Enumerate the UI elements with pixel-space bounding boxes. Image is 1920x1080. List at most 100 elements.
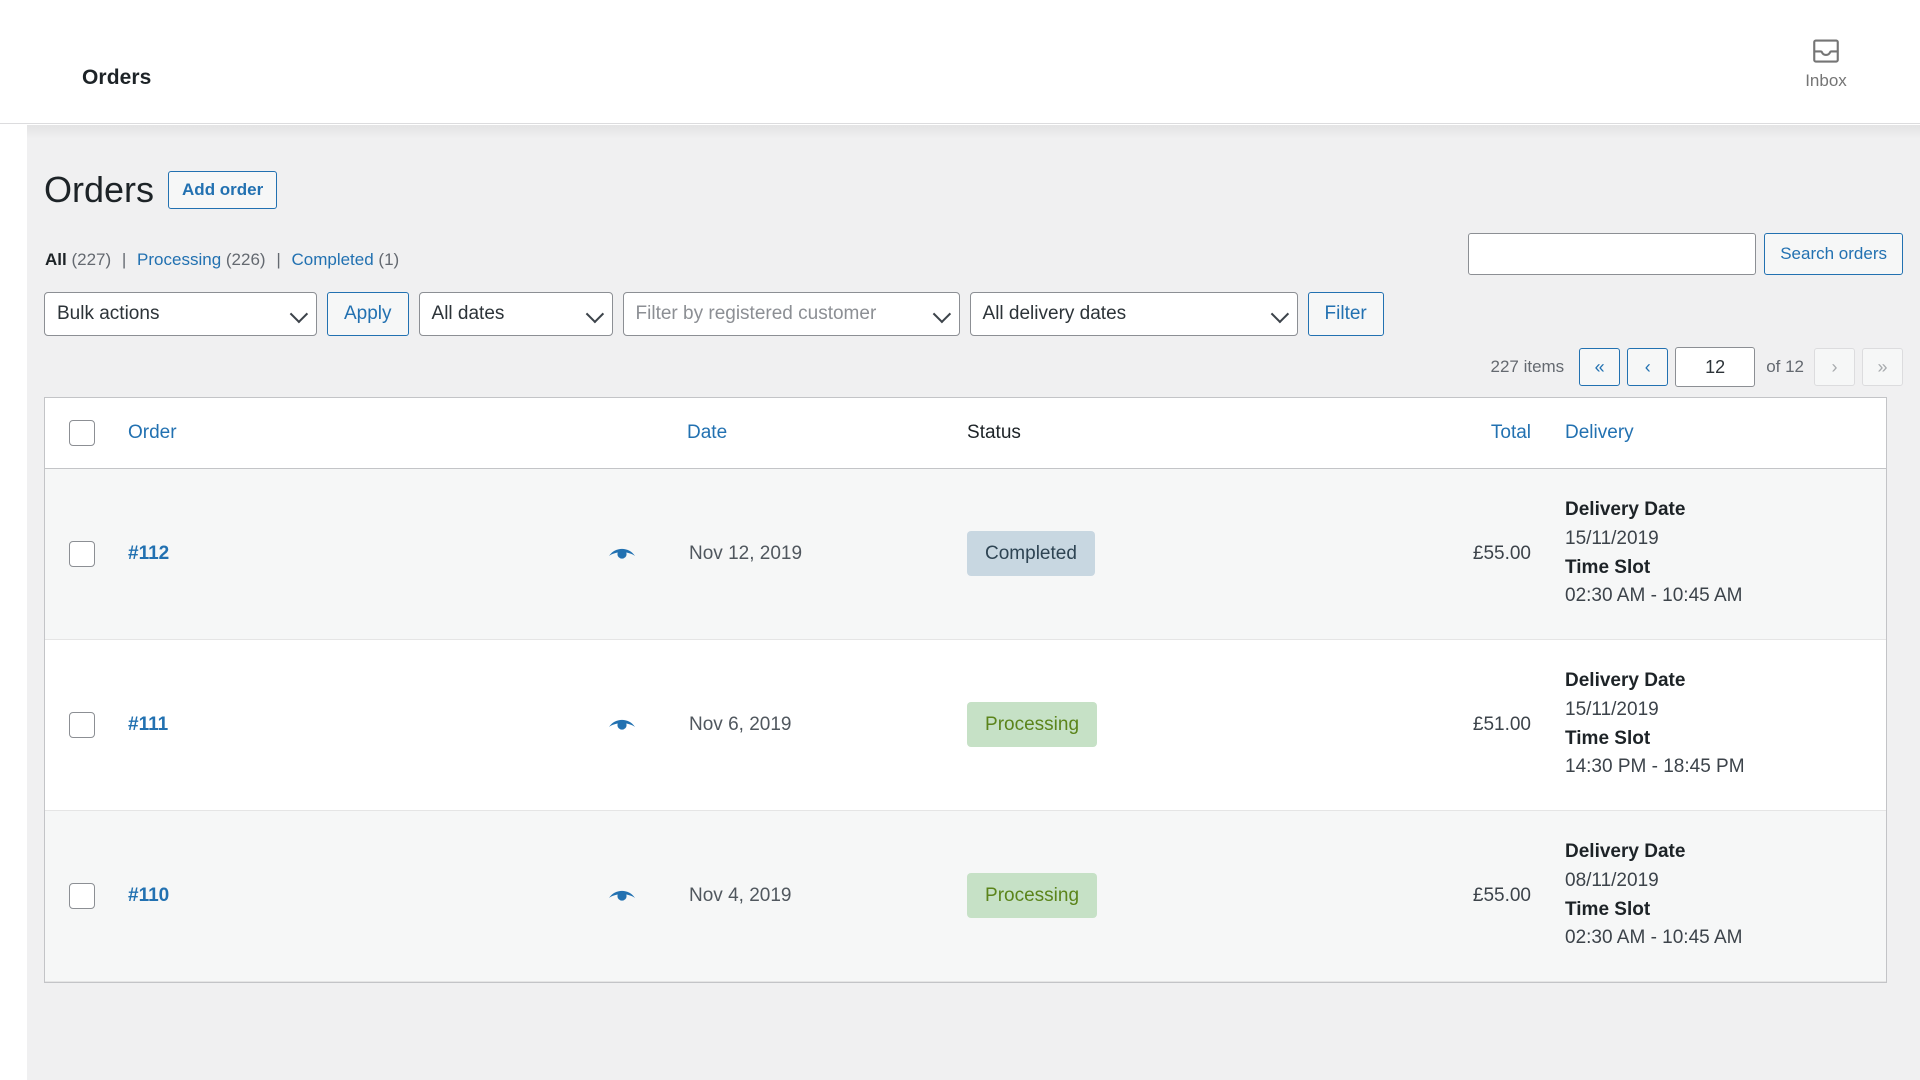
inbox-label: Inbox — [1805, 71, 1847, 90]
time-slot-label: Time Slot — [1565, 727, 1651, 749]
column-header-date-label: Date — [687, 421, 728, 443]
pagination-first-button[interactable]: « — [1579, 348, 1621, 386]
delivery-cell: Delivery Date 08/11/2019 Time Slot 02:30… — [1547, 810, 1886, 982]
status-link-completed-count: (1) — [378, 250, 400, 269]
customer-filter-select[interactable]: Filter by registered customer — [622, 292, 960, 336]
row-checkbox[interactable] — [69, 540, 95, 567]
page-header: Orders Add order — [44, 169, 278, 210]
preview-cell — [599, 810, 688, 982]
status-link-processing-label[interactable]: Processing — [137, 250, 221, 269]
delivery-date-filter-select[interactable]: All delivery dates — [969, 292, 1298, 336]
column-header-total[interactable]: Total — [1327, 398, 1548, 469]
search-input[interactable] — [1468, 233, 1757, 275]
pagination-next-button: › — [1814, 348, 1855, 386]
status-badge: Processing — [967, 702, 1098, 747]
inbox-button[interactable]: Inbox — [1780, 36, 1872, 89]
orders-table: Order Date Status Total Delivery #112 No… — [45, 398, 1886, 982]
time-slot-value: 02:30 AM - 10:45 AM — [1565, 927, 1743, 949]
status-cell: Processing — [967, 810, 1328, 982]
status-link-all-label[interactable]: All — [45, 250, 67, 269]
delivery-date-label: Delivery Date — [1565, 840, 1686, 862]
customer-filter-value: Filter by registered customer — [635, 303, 877, 324]
column-header-status-label: Status — [967, 421, 1021, 443]
status-link-completed[interactable]: Completed (1) — [291, 250, 399, 269]
status-cell: Completed — [967, 468, 1328, 640]
page-title-topbar: Orders — [82, 66, 152, 89]
search-orders-button[interactable]: Search orders — [1764, 233, 1903, 275]
time-slot-value: 02:30 AM - 10:45 AM — [1565, 585, 1743, 607]
pagination-current-page-input[interactable] — [1675, 347, 1756, 387]
chevron-down-icon — [289, 304, 309, 324]
table-row[interactable]: #112 Nov 12, 2019 Completed £55.00 Deliv… — [45, 468, 1886, 640]
add-order-button[interactable]: Add order — [168, 171, 278, 209]
column-header-delivery[interactable]: Delivery — [1547, 398, 1886, 469]
filter-button[interactable]: Filter — [1307, 292, 1384, 336]
delivery-date-value: 15/11/2019 — [1565, 527, 1659, 549]
pagination: 227 items « ‹ of 12 › » — [1490, 347, 1903, 387]
delivery-date-value: 08/11/2019 — [1565, 869, 1659, 891]
search-area: Search orders — [1468, 233, 1903, 275]
inbox-tray-icon — [1813, 39, 1839, 63]
date-cell: Nov 6, 2019 — [687, 639, 968, 811]
order-date: Nov 12, 2019 — [689, 542, 803, 564]
pagination-last-button: » — [1862, 348, 1903, 386]
order-cell: #111 — [109, 639, 599, 811]
apply-button[interactable]: Apply — [327, 292, 409, 336]
status-filter-links: All (227) | Processing (226) | Completed… — [45, 250, 399, 270]
page-title: Orders — [44, 169, 155, 210]
bulk-actions-select[interactable]: Bulk actions — [44, 292, 317, 336]
order-cell: #112 — [109, 468, 599, 640]
delivery-date-label: Delivery Date — [1565, 669, 1686, 691]
time-slot-label: Time Slot — [1565, 556, 1651, 578]
total-cell: £51.00 — [1327, 639, 1548, 811]
filters-toolbar: Bulk actions Apply All dates Filter by r… — [44, 292, 1384, 336]
status-link-all[interactable]: All (227) — [45, 250, 116, 269]
column-header-status: Status — [967, 398, 1328, 469]
delivery-cell: Delivery Date 15/11/2019 Time Slot 02:30… — [1547, 468, 1886, 640]
total-cell: £55.00 — [1327, 810, 1548, 982]
select-all-checkbox[interactable] — [69, 419, 95, 446]
order-link[interactable]: #111 — [109, 714, 168, 736]
delivery-date-filter-value: All delivery dates — [982, 303, 1127, 324]
pagination-total-pages: of 12 — [1766, 357, 1804, 376]
row-checkbox[interactable] — [69, 882, 95, 909]
date-filter-value: All dates — [431, 303, 505, 324]
status-link-processing-count: (226) — [225, 250, 266, 269]
select-all-header — [45, 398, 109, 469]
date-cell: Nov 4, 2019 — [687, 810, 968, 982]
row-checkbox[interactable] — [69, 711, 95, 738]
column-header-date[interactable]: Date — [687, 398, 968, 469]
preview-cell — [599, 639, 688, 811]
preview-cell — [599, 468, 688, 640]
order-cell: #110 — [109, 810, 599, 982]
delivery-date-value: 15/11/2019 — [1565, 698, 1659, 720]
row-select-cell — [45, 810, 109, 982]
table-header-row: Order Date Status Total Delivery — [45, 398, 1886, 469]
table-row[interactable]: #110 Nov 4, 2019 Processing £55.00 Deliv… — [45, 810, 1886, 982]
status-link-all-count: (227) — [71, 250, 112, 269]
column-header-order[interactable]: Order — [109, 398, 688, 469]
chevron-down-icon — [585, 304, 604, 324]
eye-preview-icon[interactable] — [607, 544, 637, 564]
order-link[interactable]: #112 — [109, 543, 169, 565]
pagination-prev-button[interactable]: ‹ — [1627, 348, 1669, 386]
eye-preview-icon[interactable] — [607, 886, 637, 906]
pagination-items-count: 227 items — [1490, 357, 1565, 376]
column-header-total-label: Total — [1490, 421, 1532, 443]
date-filter-select[interactable]: All dates — [418, 292, 613, 336]
column-header-order-label: Order — [128, 421, 177, 443]
chevron-down-icon — [932, 304, 951, 324]
time-slot-label: Time Slot — [1565, 898, 1651, 920]
status-link-completed-label[interactable]: Completed — [291, 250, 373, 269]
table-row[interactable]: #111 Nov 6, 2019 Processing £51.00 Deliv… — [45, 639, 1886, 811]
orders-table-head: Order Date Status Total Delivery — [45, 398, 1886, 469]
date-cell: Nov 12, 2019 — [687, 468, 968, 640]
time-slot-value: 14:30 PM - 18:45 PM — [1565, 756, 1745, 778]
eye-preview-icon[interactable] — [607, 715, 637, 735]
status-separator-1: | — [121, 250, 127, 269]
status-link-processing[interactable]: Processing (226) — [137, 250, 270, 269]
row-select-cell — [45, 639, 109, 811]
order-link[interactable]: #110 — [109, 885, 169, 907]
admin-topbar: Orders Inbox — [0, 0, 1920, 124]
total-cell: £55.00 — [1327, 468, 1548, 640]
